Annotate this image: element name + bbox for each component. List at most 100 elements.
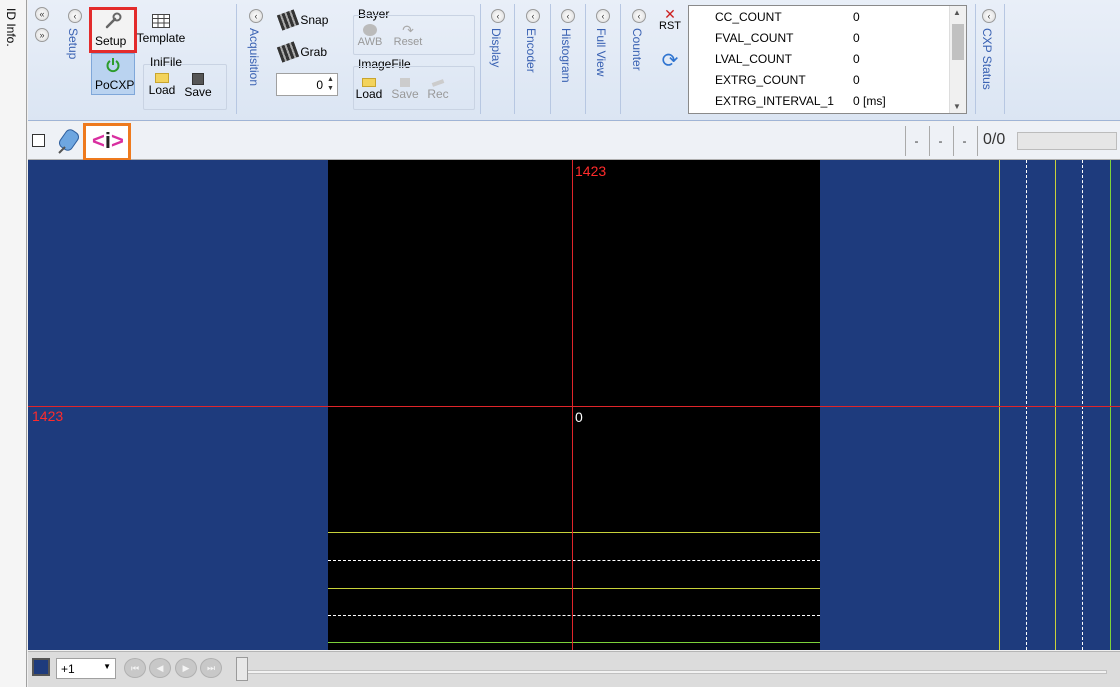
setup-group-toggle-icon[interactable]: ‹ xyxy=(68,9,82,23)
acquisition-group-label[interactable]: Acquisition xyxy=(247,28,261,86)
close-x-icon: ✕ xyxy=(664,6,676,22)
expand-right-icon[interactable]: » xyxy=(35,28,49,42)
inifile-save-label: Save xyxy=(184,85,212,99)
frame-count-input[interactable] xyxy=(279,76,323,93)
film-strip-icon xyxy=(276,41,300,63)
counter-group-toggle-icon[interactable]: ‹ xyxy=(632,9,646,23)
separator xyxy=(1004,4,1005,114)
encoder-group-toggle-icon[interactable]: ‹ xyxy=(526,9,540,23)
frame-indicator: 0/0 xyxy=(983,131,1006,148)
chevron-down-icon: ▼ xyxy=(103,662,111,671)
monitor-icon[interactable] xyxy=(32,658,50,676)
scroll-up-icon[interactable]: ▲ xyxy=(953,8,961,17)
setup-group-label[interactable]: Setup xyxy=(66,28,80,59)
separator xyxy=(975,4,976,114)
balls-icon xyxy=(363,24,377,36)
pocxp-button[interactable]: PoCXP xyxy=(91,53,135,95)
first-frame-icon[interactable]: ⏮ xyxy=(124,658,146,678)
display-group-label[interactable]: Display xyxy=(489,28,503,67)
histogram-group-label[interactable]: Histogram xyxy=(559,28,573,83)
last-frame-icon[interactable]: ⏭ xyxy=(200,658,222,678)
overlay-line xyxy=(328,532,820,533)
separator xyxy=(550,4,551,114)
template-button-label: Template xyxy=(136,31,186,45)
progress-bar xyxy=(1017,132,1117,150)
reset-button-label: Reset xyxy=(393,36,423,48)
rst-button[interactable]: ✕ RST xyxy=(657,6,683,32)
grid-icon xyxy=(152,14,170,28)
counter-value: 0 xyxy=(853,10,860,24)
inifile-save-button[interactable]: Save xyxy=(182,73,214,99)
separator xyxy=(585,4,586,114)
awb-button-label: AWB xyxy=(357,36,383,48)
image-canvas xyxy=(328,160,820,650)
zoom-value: +1 xyxy=(61,662,75,676)
toolbar-dash-button[interactable]: - xyxy=(905,126,927,156)
counter-name: EXTRG_INTERVAL_1 xyxy=(715,94,834,108)
separator xyxy=(514,4,515,114)
overlay-line xyxy=(328,588,820,589)
grab-button-label: Grab xyxy=(300,45,328,59)
imagefile-rec-button[interactable]: Rec xyxy=(422,78,454,101)
collapse-left-icon[interactable]: « xyxy=(35,7,49,21)
encoder-group-label[interactable]: Encoder xyxy=(524,28,538,73)
snap-button[interactable]: Snap xyxy=(276,9,339,31)
frame-count-spinner[interactable]: ▲ ▼ xyxy=(276,73,338,96)
fullview-group-label[interactable]: Full View xyxy=(594,28,608,76)
setup-button[interactable]: Setup xyxy=(89,7,137,53)
info-icon: <i> xyxy=(92,128,124,153)
info-button[interactable]: <i> xyxy=(83,123,131,161)
cxp-status-group-label[interactable]: CXP Status xyxy=(980,28,994,90)
spin-down-icon[interactable]: ▼ xyxy=(325,84,336,94)
scroll-thumb[interactable] xyxy=(952,24,964,60)
film-icon xyxy=(276,9,300,31)
previous-frame-icon[interactable]: ◀ xyxy=(149,658,171,678)
counter-name: FVAL_COUNT xyxy=(715,31,794,45)
crosshair-vertical xyxy=(572,160,573,650)
pencil-icon xyxy=(431,79,445,87)
center-value-label: 0 xyxy=(575,409,583,425)
cxp-status-group-toggle-icon[interactable]: ‹ xyxy=(982,9,996,23)
counter-value: 0 [ms] xyxy=(853,94,886,108)
display-group-toggle-icon[interactable]: ‹ xyxy=(491,9,505,23)
counter-name: EXTRG_COUNT xyxy=(715,73,806,87)
histogram-group-toggle-icon[interactable]: ‹ xyxy=(561,9,575,23)
id-info-side-tab[interactable]: ID Info. xyxy=(0,0,27,687)
overlay-line xyxy=(1055,160,1056,650)
viewer-toolbar: <i> - - - 0/0 xyxy=(28,122,1120,161)
wrench-icon xyxy=(105,12,122,29)
toolbar-dash-button[interactable]: - xyxy=(953,126,975,156)
inifile-load-button[interactable]: Load xyxy=(146,73,178,97)
grab-button[interactable]: Grab xyxy=(276,41,339,63)
template-button[interactable]: Template xyxy=(136,14,186,45)
imagefile-load-button[interactable]: Load xyxy=(353,78,385,101)
ribbon-toolbar: « » ‹ Setup Setup Template PoCXP IniFile… xyxy=(28,0,1120,121)
floppy-icon xyxy=(400,78,410,87)
image-view[interactable]: 1423 1423 0 xyxy=(28,160,1120,650)
popout-icon[interactable] xyxy=(32,134,45,147)
redo-icon: ↷ xyxy=(402,22,414,38)
next-frame-icon[interactable]: ▶ xyxy=(175,658,197,678)
counter-name: CC_COUNT xyxy=(715,10,782,24)
counter-list[interactable]: CC_COUNT 0 FVAL_COUNT 0 LVAL_COUNT 0 EXT… xyxy=(688,5,967,114)
overlay-line xyxy=(999,160,1000,650)
toolbar-dash-button[interactable]: - xyxy=(929,126,951,156)
overlay-line xyxy=(1082,160,1083,650)
overlay-line xyxy=(328,642,820,643)
inifile-title: IniFile xyxy=(150,55,183,69)
awb-button[interactable]: AWB xyxy=(353,24,387,48)
frame-slider-track[interactable] xyxy=(242,670,1107,674)
refresh-icon[interactable]: ⟳ xyxy=(659,48,681,73)
reset-button[interactable]: ↷ Reset xyxy=(391,22,425,48)
counter-group-label[interactable]: Counter xyxy=(630,28,644,71)
zoom-select[interactable]: +1 ▼ xyxy=(56,658,116,679)
scroll-down-icon[interactable]: ▼ xyxy=(953,102,961,111)
power-icon xyxy=(106,58,120,73)
imagefile-save-button[interactable]: Save xyxy=(389,78,421,101)
connector-icon[interactable] xyxy=(56,126,82,156)
imagefile-save-label: Save xyxy=(391,87,419,101)
fullview-group-toggle-icon[interactable]: ‹ xyxy=(596,9,610,23)
acquisition-group-toggle-icon[interactable]: ‹ xyxy=(249,9,263,23)
counter-scrollbar[interactable]: ▲ ▼ xyxy=(949,6,966,113)
frame-slider-thumb[interactable] xyxy=(236,657,248,681)
